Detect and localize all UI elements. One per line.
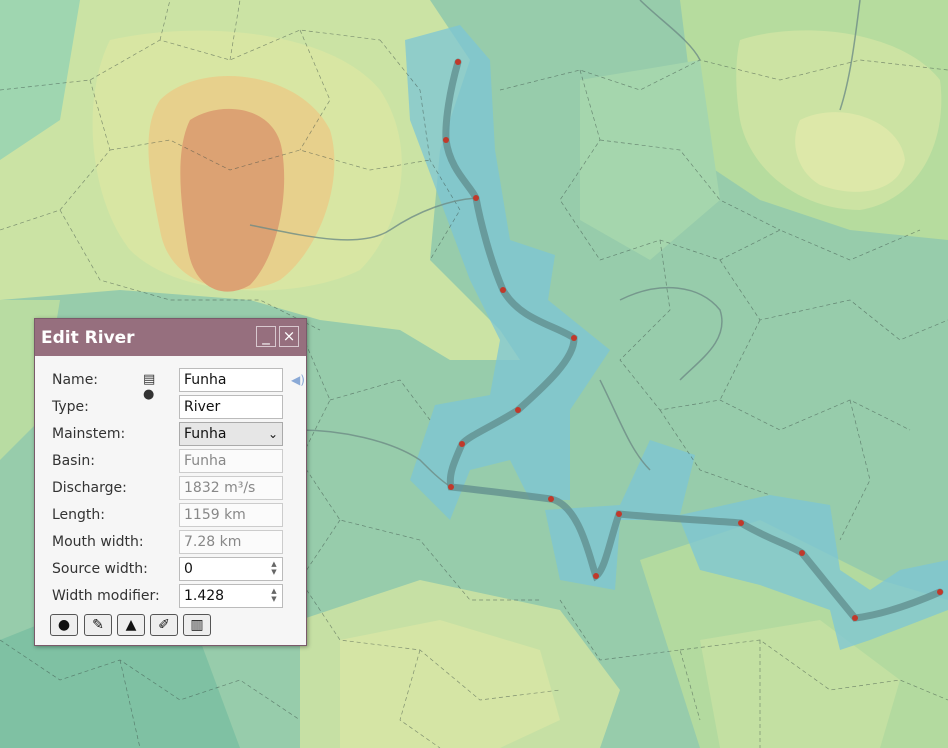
- stepper-icon[interactable]: ▲ ▼: [269, 560, 279, 578]
- minimize-button[interactable]: _: [256, 326, 276, 347]
- type-input[interactable]: River: [179, 395, 283, 419]
- mainstem-select[interactable]: Funha ⌄: [179, 422, 283, 446]
- mouth-width-label: Mouth width:: [52, 534, 144, 550]
- dialog-titlebar[interactable]: Edit River _ ×: [35, 319, 306, 356]
- edit-river-dialog: Edit River _ × Name: ▤ ● Funha ◀) Type: …: [34, 318, 307, 646]
- source-width-value: 0: [184, 561, 193, 577]
- elevation-profile-button[interactable]: ▲: [117, 614, 145, 636]
- type-label: Type:: [52, 399, 89, 415]
- delete-button[interactable]: ▥: [183, 614, 211, 636]
- chevron-down-icon: ⌄: [267, 427, 278, 441]
- width-modifier-label: Width modifier:: [52, 588, 160, 604]
- basin-label: Basin:: [52, 453, 95, 469]
- edit-button[interactable]: ✐: [150, 614, 178, 636]
- source-width-label: Source width:: [52, 561, 148, 577]
- name-label: Name:: [52, 372, 99, 388]
- book-icon[interactable]: ▤: [143, 372, 155, 387]
- brush-icon: ✎: [92, 617, 104, 633]
- stepper-icon[interactable]: ▲ ▼: [269, 587, 279, 605]
- brush-button[interactable]: ✎: [84, 614, 112, 636]
- speaker-icon[interactable]: ◀): [291, 373, 305, 387]
- basin-field: Funha: [179, 449, 283, 473]
- globe-icon[interactable]: ●: [143, 387, 154, 402]
- width-modifier-input[interactable]: 1.428 ▲ ▼: [179, 584, 283, 608]
- dialog-title: Edit River: [41, 327, 135, 348]
- width-modifier-value: 1.428: [184, 588, 225, 604]
- edit-icon: ✐: [158, 617, 170, 633]
- discharge-label: Discharge:: [52, 480, 127, 496]
- mainstem-label: Mainstem:: [52, 426, 126, 442]
- name-input[interactable]: Funha: [179, 368, 283, 392]
- length-label: Length:: [52, 507, 106, 523]
- mouth-width-field: 7.28 km: [179, 530, 283, 554]
- trash-icon: ▥: [190, 617, 204, 633]
- pin-button[interactable]: ●: [50, 614, 78, 636]
- close-button[interactable]: ×: [279, 326, 299, 347]
- pin-icon: ●: [57, 617, 71, 633]
- discharge-field: 1832 m³/s: [179, 476, 283, 500]
- length-field: 1159 km: [179, 503, 283, 527]
- source-width-input[interactable]: 0 ▲ ▼: [179, 557, 283, 581]
- elevation-profile-icon: ▲: [125, 617, 137, 633]
- mainstem-value: Funha: [184, 426, 227, 442]
